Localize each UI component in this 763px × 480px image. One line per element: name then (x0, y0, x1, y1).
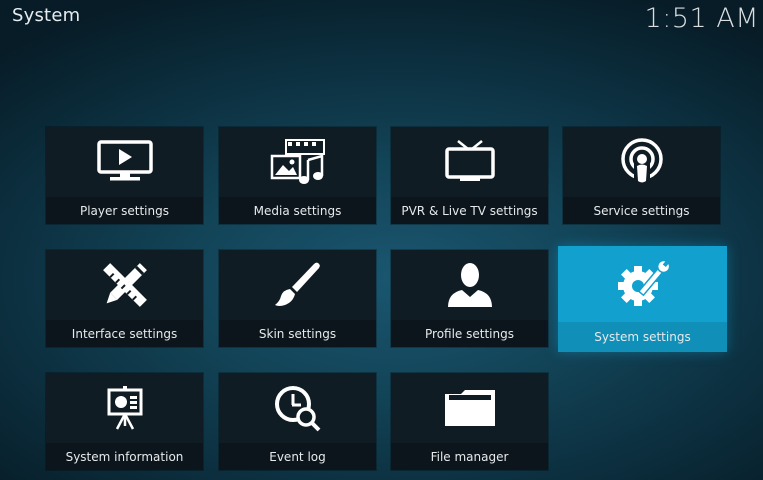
tile-icon-area (46, 127, 203, 197)
tile-label: Profile settings (425, 326, 514, 341)
tile-label: Service settings (593, 203, 690, 218)
tile-label: Player settings (79, 203, 169, 218)
media-icon (270, 139, 325, 184)
tile-label: File manager (430, 449, 509, 464)
tile-event-log[interactable]: Event log (219, 373, 376, 470)
tile-system-settings[interactable]: System settings (558, 246, 727, 352)
presentation-board-icon (107, 386, 142, 430)
tile-file-manager[interactable]: File manager (391, 373, 548, 470)
tile-service-settings[interactable]: Service settings (563, 127, 720, 224)
tile-interface-settings[interactable]: Interface settings (46, 250, 203, 347)
clock-search-icon (274, 386, 320, 432)
profile-icon (447, 263, 492, 307)
tile-label: Skin settings (258, 326, 337, 341)
tile-label: Event log (269, 449, 326, 464)
settings-grid: Player settings Media settings PVR & Liv… (0, 0, 763, 480)
tile-player-settings[interactable]: Player settings (46, 127, 203, 224)
tile-label: Interface settings (71, 326, 178, 341)
tile-skin-settings[interactable]: Skin settings (219, 250, 376, 347)
player-icon (96, 140, 153, 181)
tile-pvr-live-tv-settings[interactable]: PVR & Live TV settings (391, 127, 548, 224)
paintbrush-icon (274, 262, 320, 306)
service-icon (620, 138, 663, 187)
tv-icon (444, 140, 495, 181)
tile-label: System settings (594, 330, 691, 344)
tile-label: PVR & Live TV settings (401, 203, 538, 218)
gear-wrench-icon (617, 259, 670, 306)
tile-label: System information (65, 449, 184, 464)
folder-icon (444, 390, 495, 426)
tile-label: Media settings (253, 203, 342, 218)
interface-icon (102, 263, 147, 307)
tile-media-settings[interactable]: Media settings (219, 127, 376, 224)
tile-system-information[interactable]: System information (46, 373, 203, 470)
tile-profile-settings[interactable]: Profile settings (391, 250, 548, 347)
